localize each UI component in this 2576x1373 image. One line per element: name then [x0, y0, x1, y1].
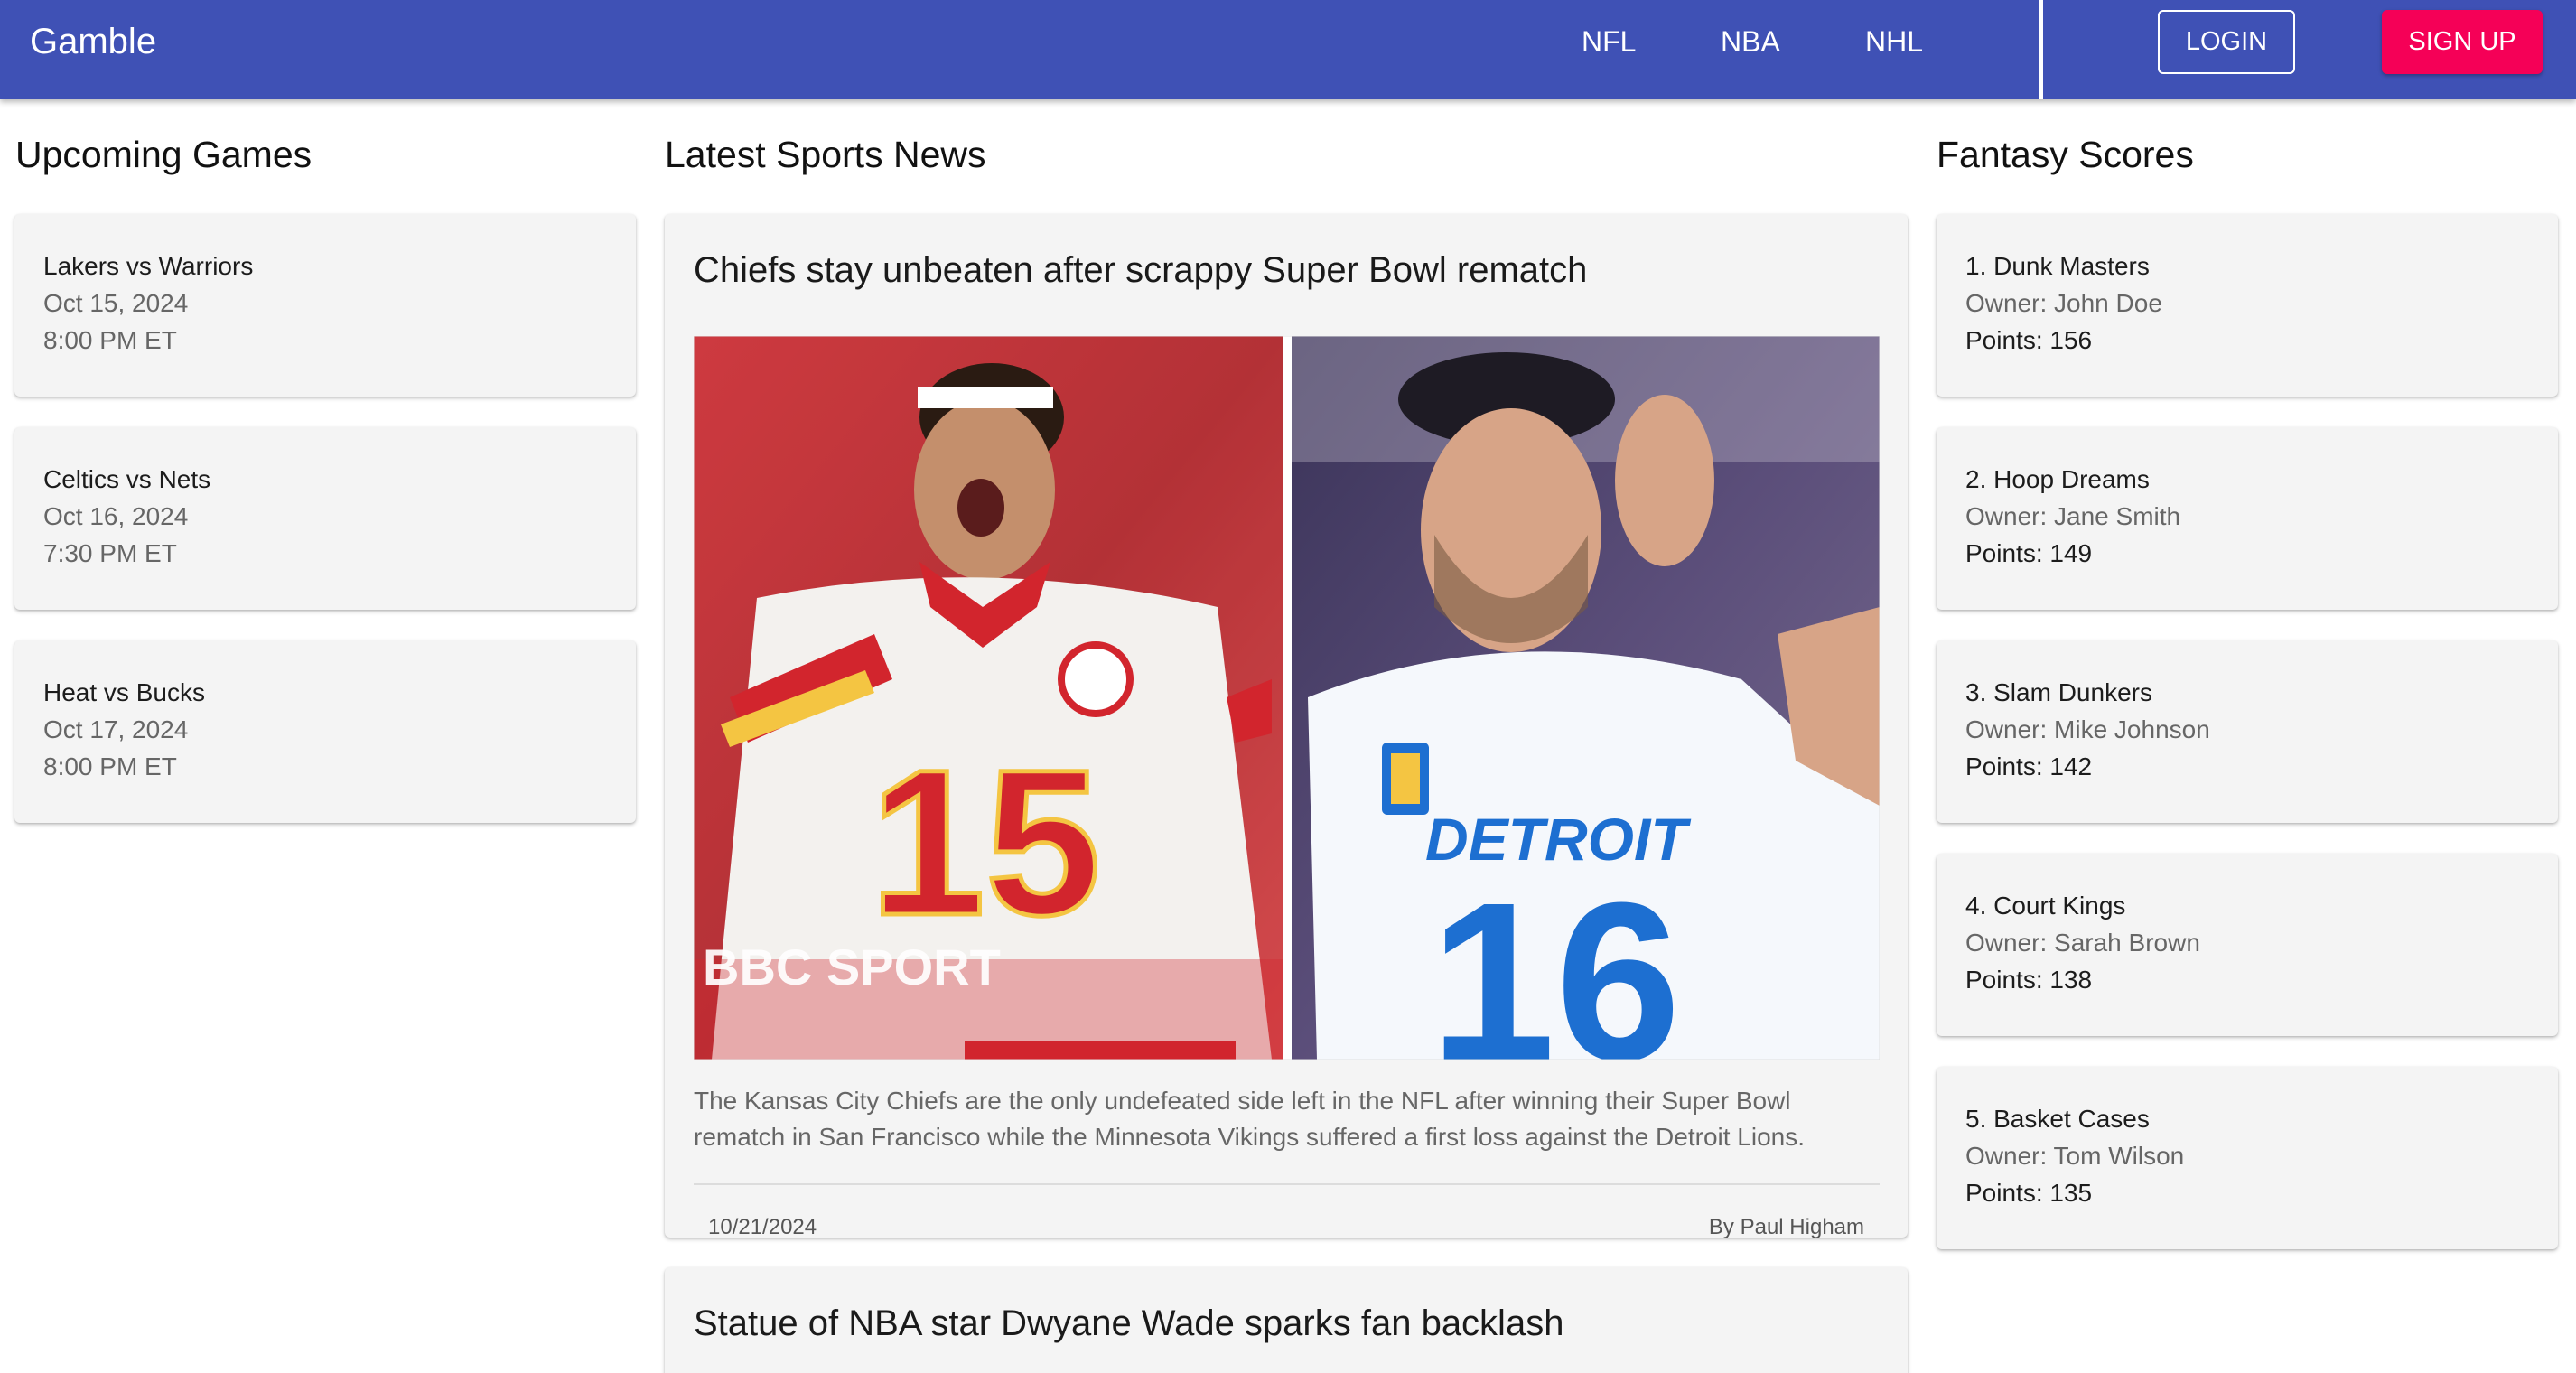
news-author: By Paul Higham — [1708, 1215, 1864, 1239]
news-headline[interactable]: Chiefs stay unbeaten after scrappy Super… — [694, 250, 1587, 291]
team-owner: Owner: Sarah Brown — [1965, 929, 2200, 957]
fantasy-scores-heading: Fantasy Scores — [1937, 134, 2194, 175]
fantasy-team-card[interactable]: 5. Basket Cases Owner: Tom Wilson Points… — [1937, 1067, 2558, 1249]
team-name: 2. Hoop Dreams — [1965, 465, 2150, 493]
latest-news-heading: Latest Sports News — [665, 134, 986, 175]
team-owner: Owner: Jane Smith — [1965, 502, 2181, 530]
game-card[interactable]: Lakers vs Warriors Oct 15, 2024 8:00 PM … — [14, 214, 636, 397]
game-card[interactable]: Heat vs Bucks Oct 17, 2024 8:00 PM ET — [14, 640, 636, 823]
game-date: Oct 17, 2024 — [43, 715, 189, 743]
fantasy-team-card[interactable]: 4. Court Kings Owner: Sarah Brown Points… — [1937, 854, 2558, 1036]
nav-divider — [2039, 0, 2043, 99]
news-divider — [694, 1183, 1880, 1185]
game-time: 8:00 PM ET — [43, 752, 177, 780]
game-matchup: Lakers vs Warriors — [43, 252, 254, 280]
game-date: Oct 16, 2024 — [43, 502, 189, 530]
news-image[interactable]: 15 BBC SPORT DETROIT 16 — [694, 336, 1880, 1060]
signup-button[interactable]: SIGN UP — [2382, 10, 2543, 74]
nav-link-nba[interactable]: NBA — [1721, 25, 1780, 59]
game-matchup: Heat vs Bucks — [43, 678, 205, 706]
game-date: Oct 15, 2024 — [43, 289, 189, 317]
team-name: 1. Dunk Masters — [1965, 252, 2150, 280]
upcoming-games-heading: Upcoming Games — [15, 134, 313, 175]
fantasy-team-card[interactable]: 3. Slam Dunkers Owner: Mike Johnson Poin… — [1937, 640, 2558, 823]
fantasy-team-card[interactable]: 1. Dunk Masters Owner: John Doe Points: … — [1937, 214, 2558, 397]
login-button[interactable]: LOGIN — [2158, 10, 2295, 74]
news-headline[interactable]: Statue of NBA star Dwyane Wade sparks fa… — [694, 1303, 1563, 1344]
team-points: Points: 142 — [1965, 752, 2093, 780]
team-points: Points: 156 — [1965, 326, 2093, 354]
nav-link-nfl[interactable]: NFL — [1582, 25, 1636, 59]
team-points: Points: 135 — [1965, 1179, 2093, 1207]
game-time: 8:00 PM ET — [43, 326, 177, 354]
news-summary: The Kansas City Chiefs are the only unde… — [694, 1087, 1806, 1151]
team-owner: Owner: John Doe — [1965, 289, 2162, 317]
team-owner: Owner: Mike Johnson — [1965, 715, 2210, 743]
news-card[interactable]: Chiefs stay unbeaten after scrappy Super… — [665, 214, 1908, 1239]
nav-link-nhl[interactable]: NHL — [1865, 25, 1923, 59]
team-name: 4. Court Kings — [1965, 892, 2126, 920]
news-date: 10/21/2024 — [708, 1215, 817, 1239]
team-points: Points: 138 — [1965, 966, 2093, 994]
app-bar: Gamble NFL NBA NHL LOGIN SIGN UP — [0, 0, 2576, 99]
team-name: 5. Basket Cases — [1965, 1105, 2150, 1133]
news-card[interactable]: Statue of NBA star Dwyane Wade sparks fa… — [665, 1267, 1908, 1373]
jersey-number-left: 15 — [870, 726, 1101, 958]
jersey-number-right: 16 — [1430, 855, 1681, 1060]
team-name: 3. Slam Dunkers — [1965, 678, 2152, 706]
brand-logo[interactable]: Gamble — [30, 22, 156, 62]
team-points: Points: 149 — [1965, 539, 2093, 567]
game-matchup: Celtics vs Nets — [43, 465, 211, 493]
team-owner: Owner: Tom Wilson — [1965, 1142, 2185, 1170]
game-card[interactable]: Celtics vs Nets Oct 16, 2024 7:30 PM ET — [14, 427, 636, 610]
fantasy-team-card[interactable]: 2. Hoop Dreams Owner: Jane Smith Points:… — [1937, 427, 2558, 610]
bbc-sport-watermark: BBC SPORT — [703, 939, 1001, 995]
game-time: 7:30 PM ET — [43, 539, 177, 567]
